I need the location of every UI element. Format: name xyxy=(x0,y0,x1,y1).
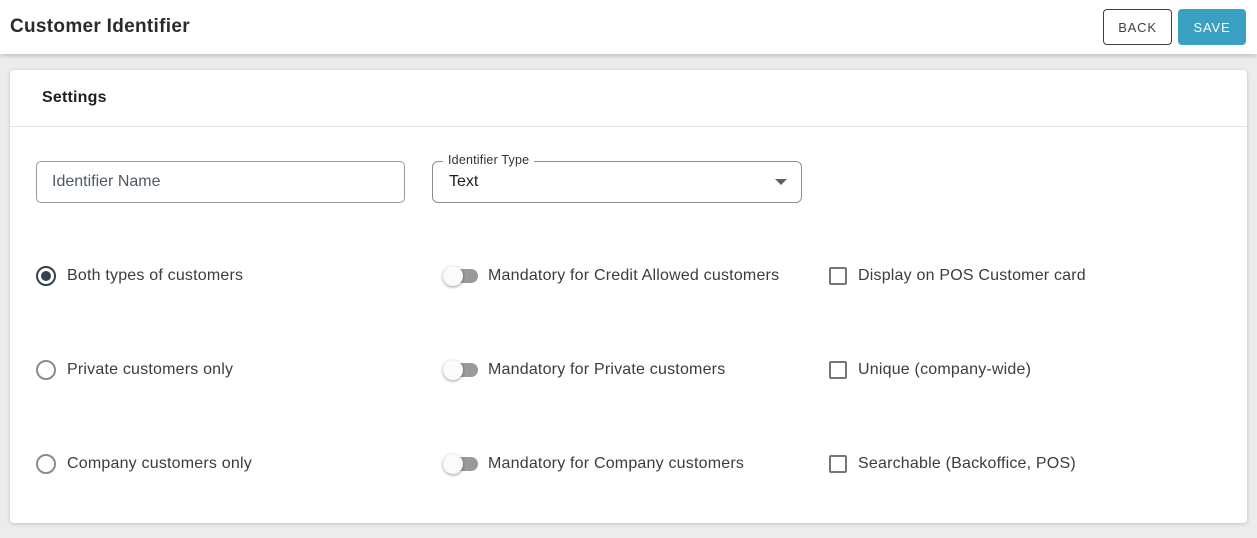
page-title: Customer Identifier xyxy=(10,16,190,37)
identifier-type-select[interactable]: Identifier Type Text xyxy=(432,153,802,203)
checkbox-searchable[interactable]: Searchable (Backoffice, POS) xyxy=(829,455,1076,473)
checkbox-icon[interactable] xyxy=(829,455,847,473)
toggle-mandatory-company[interactable]: Mandatory for Company customers xyxy=(443,454,829,474)
options-row: Company customers only Mandatory for Com… xyxy=(36,444,1221,484)
radio-label: Company customers only xyxy=(67,455,252,472)
radio-icon[interactable] xyxy=(36,454,56,474)
checkbox-icon[interactable] xyxy=(829,267,847,285)
toggle-switch-icon[interactable] xyxy=(443,266,478,286)
checkbox-icon[interactable] xyxy=(829,361,847,379)
checkbox-unique-company-wide[interactable]: Unique (company-wide) xyxy=(829,361,1031,379)
checkbox-label: Display on POS Customer card xyxy=(858,267,1086,284)
back-button[interactable]: BACK xyxy=(1103,9,1172,45)
toggle-mandatory-private[interactable]: Mandatory for Private customers xyxy=(443,360,829,380)
options-row: Both types of customers Mandatory for Cr… xyxy=(36,256,1221,296)
toggle-label: Mandatory for Company customers xyxy=(488,455,745,472)
card-body: Identifier Type Text Both types of custo… xyxy=(10,127,1247,484)
radio-icon[interactable] xyxy=(36,266,56,286)
card-title: Settings xyxy=(10,70,1247,127)
identifier-type-value: Text xyxy=(449,173,479,190)
radio-option-company-only[interactable]: Company customers only xyxy=(36,454,443,474)
radio-icon[interactable] xyxy=(36,360,56,380)
identifier-name-input[interactable] xyxy=(36,161,405,203)
toggle-thumb xyxy=(443,454,463,474)
dropdown-caret-icon xyxy=(775,179,787,185)
toggle-mandatory-credit-allowed[interactable]: Mandatory for Credit Allowed customers xyxy=(443,266,829,286)
checkbox-display-on-pos[interactable]: Display on POS Customer card xyxy=(829,267,1086,285)
toggle-label: Mandatory for Private customers xyxy=(488,361,726,378)
options-row: Private customers only Mandatory for Pri… xyxy=(36,350,1221,390)
checkbox-label: Unique (company-wide) xyxy=(858,361,1032,378)
toggle-label: Mandatory for Credit Allowed customers xyxy=(488,267,780,284)
top-bar: Customer Identifier BACK SAVE xyxy=(0,0,1257,54)
save-button[interactable]: SAVE xyxy=(1178,9,1246,45)
checkbox-label: Searchable (Backoffice, POS) xyxy=(858,455,1076,472)
radio-label: Private customers only xyxy=(67,361,234,378)
toggle-thumb xyxy=(443,266,463,286)
radio-label: Both types of customers xyxy=(67,267,244,284)
settings-card: Settings Identifier Type Text Both types… xyxy=(10,70,1247,523)
toggle-switch-icon[interactable] xyxy=(443,360,478,380)
fields-row: Identifier Type Text xyxy=(36,153,1221,203)
toggle-thumb xyxy=(443,360,463,380)
options-grid: Both types of customers Mandatory for Cr… xyxy=(36,256,1221,484)
toggle-switch-icon[interactable] xyxy=(443,454,478,474)
radio-option-private-only[interactable]: Private customers only xyxy=(36,360,443,380)
radio-option-both-types[interactable]: Both types of customers xyxy=(36,266,443,286)
identifier-type-label: Identifier Type xyxy=(443,153,535,167)
